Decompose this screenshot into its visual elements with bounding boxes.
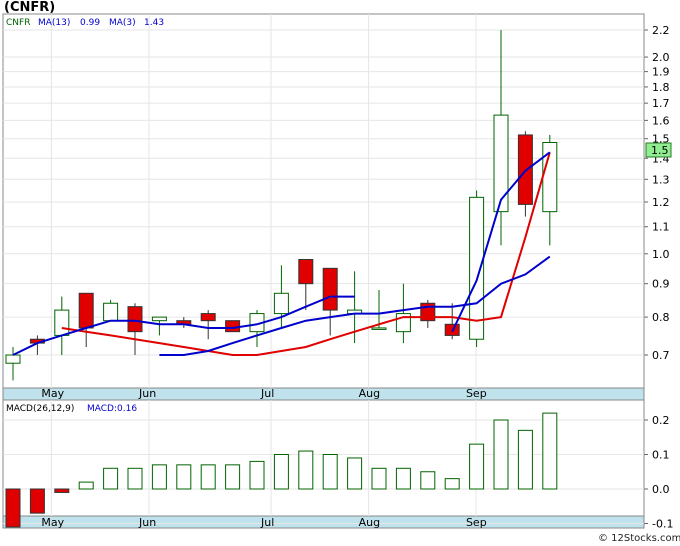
macd-bar-positive bbox=[493, 419, 509, 490]
macd-bar-positive bbox=[322, 454, 338, 490]
macd-bar-positive bbox=[103, 467, 119, 490]
candle-up bbox=[103, 302, 119, 322]
macd-bar-positive bbox=[444, 478, 460, 490]
price-ytick-label: 1.9 bbox=[652, 66, 670, 79]
macd-bar-negative bbox=[54, 488, 70, 493]
price-ytick-label: 2.0 bbox=[652, 51, 670, 64]
macd-xtick-label: Aug bbox=[359, 516, 380, 529]
macd-bar-positive bbox=[298, 450, 314, 490]
macd-xaxis-band bbox=[2, 515, 645, 529]
candle-up bbox=[54, 309, 70, 336]
macd-xtick-label: Jun bbox=[138, 516, 156, 529]
candle-down bbox=[127, 306, 143, 333]
macd-bar-negative bbox=[5, 488, 21, 528]
candle-up bbox=[5, 354, 21, 364]
candle-up bbox=[371, 327, 387, 330]
macd-bar-positive bbox=[273, 454, 289, 490]
legend-ticker: CNFR bbox=[6, 18, 30, 28]
price-ytick-label: 1.2 bbox=[652, 196, 670, 209]
macd-bar-positive bbox=[176, 464, 192, 490]
macd-bar-positive bbox=[151, 464, 167, 490]
price-xtick-label: May bbox=[41, 387, 64, 400]
legend-ma3-value: 1.43 bbox=[144, 18, 164, 28]
candle-down bbox=[298, 259, 314, 285]
macd-xtick-label: Sep bbox=[466, 516, 487, 529]
candle-down bbox=[200, 313, 216, 322]
candle-down bbox=[225, 320, 241, 333]
macd-ytick-label: 0.2 bbox=[652, 414, 670, 427]
price-ytick-label: 2.2 bbox=[652, 24, 670, 37]
macd-bar-positive bbox=[127, 467, 143, 490]
candle-up bbox=[493, 114, 509, 213]
macd-legend-value: MACD:0.16 bbox=[87, 404, 137, 414]
price-xaxis-band bbox=[2, 387, 645, 401]
candle-down bbox=[78, 292, 94, 329]
legend-ma13: MA(13) bbox=[38, 18, 70, 28]
last-price-badge-text: 1.5 bbox=[651, 144, 669, 157]
macd-bar-positive bbox=[249, 460, 265, 490]
candle-up bbox=[469, 196, 485, 340]
footer-credit: © 12Stocks.com bbox=[598, 533, 680, 544]
price-ytick-label: 0.8 bbox=[652, 311, 670, 324]
legend-ma13-value: 0.99 bbox=[80, 18, 100, 28]
macd-bar-positive bbox=[225, 464, 241, 490]
macd-xtick-label: Jul bbox=[260, 516, 274, 529]
candle-up bbox=[151, 316, 167, 322]
price-ytick-label: 1.1 bbox=[652, 221, 670, 234]
price-ytick-label: 1.7 bbox=[652, 97, 670, 110]
price-ytick-label: 1.6 bbox=[652, 114, 670, 127]
macd-bar-positive bbox=[395, 467, 411, 490]
macd-bar-positive bbox=[200, 464, 216, 490]
macd-xtick-label: May bbox=[41, 516, 64, 529]
macd-bar-negative bbox=[29, 488, 45, 514]
price-xtick-label: Jul bbox=[260, 387, 274, 400]
price-ytick-label: 0.7 bbox=[652, 349, 670, 362]
price-ytick-label: 1.3 bbox=[652, 173, 670, 186]
macd-ytick-label: 0.0 bbox=[652, 483, 670, 496]
macd-bar-positive bbox=[347, 457, 363, 490]
stock-chart: 0.70.80.91.01.11.21.31.41.51.61.71.81.92… bbox=[2, 0, 680, 544]
price-xtick-label: Sep bbox=[466, 387, 487, 400]
candle-down bbox=[322, 267, 338, 311]
macd-bar-positive bbox=[371, 467, 387, 490]
macd-legend-label: MACD(26,12,9) bbox=[6, 404, 74, 414]
macd-bar-positive bbox=[542, 412, 558, 490]
macd-bar-positive bbox=[420, 471, 436, 490]
price-xtick-label: Aug bbox=[359, 387, 380, 400]
macd-ytick-label: -0.1 bbox=[652, 518, 673, 531]
chart-title: (CNFR) bbox=[4, 0, 55, 15]
macd-bar-positive bbox=[517, 429, 533, 490]
price-ytick-label: 1.8 bbox=[652, 81, 670, 94]
price-ytick-label: 0.9 bbox=[652, 278, 670, 291]
price-ytick-label: 1.0 bbox=[652, 248, 670, 261]
macd-ytick-label: 0.1 bbox=[652, 449, 670, 462]
macd-bar-positive bbox=[78, 481, 94, 490]
macd-bar-positive bbox=[469, 443, 485, 490]
candle-up bbox=[273, 292, 289, 315]
price-xtick-label: Jun bbox=[138, 387, 156, 400]
legend-ma3: MA(3) bbox=[109, 18, 136, 28]
